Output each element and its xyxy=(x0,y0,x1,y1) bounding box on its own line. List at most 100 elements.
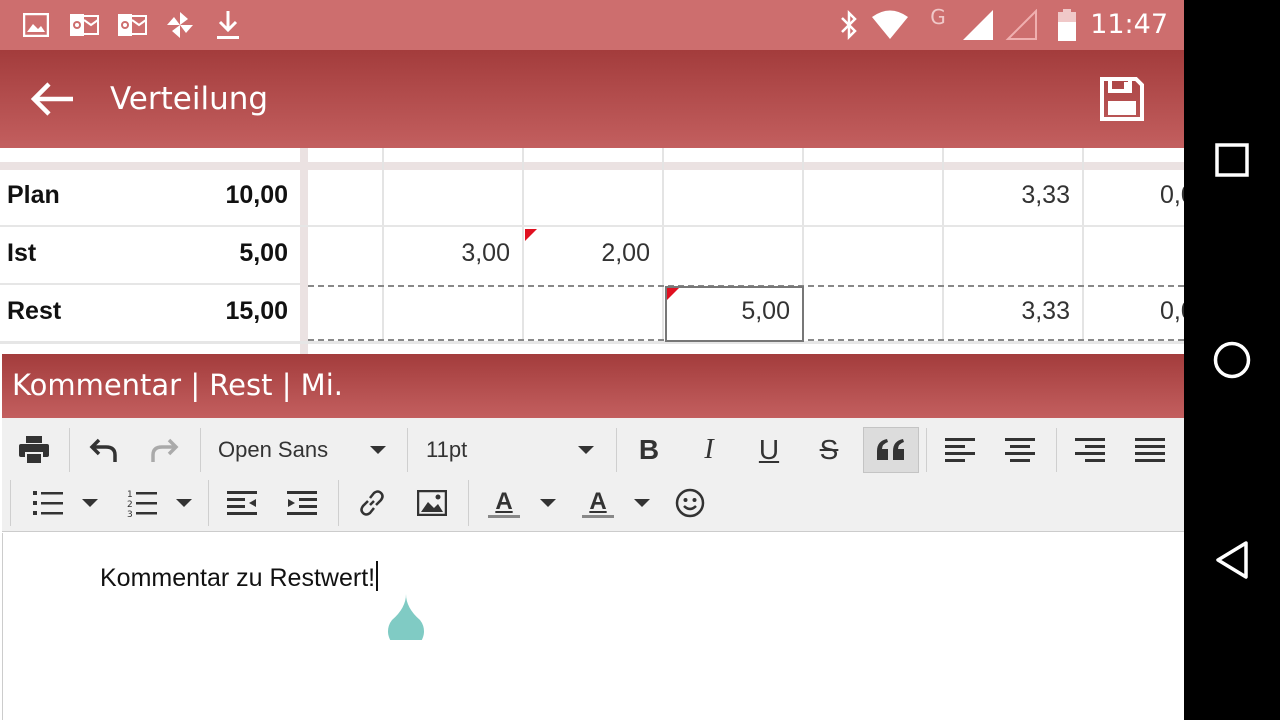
strikethrough-button[interactable]: S xyxy=(806,428,852,472)
undo-button[interactable] xyxy=(82,430,126,470)
save-button[interactable] xyxy=(1094,72,1150,126)
app-bar: Verteilung xyxy=(0,50,1184,148)
text-color-label: A xyxy=(495,487,513,515)
grid-hline xyxy=(0,341,1184,344)
grid-cell[interactable]: 0,0 xyxy=(1160,181,1184,210)
status-bar: G 11:47 xyxy=(0,0,1184,50)
font-size-select[interactable]: 11pt xyxy=(416,430,602,470)
grid-cell[interactable]: 3,33 xyxy=(1021,297,1070,326)
status-time: 11:47 xyxy=(1090,9,1168,40)
italic-button[interactable]: I xyxy=(686,428,732,472)
frozen-column-divider xyxy=(300,148,308,354)
chevron-down-icon xyxy=(578,446,594,454)
cell-signal-empty-icon xyxy=(1004,8,1040,42)
bullet-list-button[interactable] xyxy=(26,482,70,524)
back-nav-button[interactable] xyxy=(1208,536,1256,584)
back-button[interactable] xyxy=(22,72,82,126)
svg-text:2: 2 xyxy=(127,500,133,510)
undo-icon xyxy=(89,438,117,462)
grid-vline xyxy=(1082,148,1084,344)
grid-cell[interactable]: 3,33 xyxy=(1021,181,1070,210)
outlook-notification-icon xyxy=(68,8,100,42)
align-right-icon xyxy=(1075,438,1105,462)
outdent-button[interactable] xyxy=(220,482,264,524)
align-left-button[interactable] xyxy=(938,430,982,470)
toolbar-separator xyxy=(338,480,339,526)
outlook-notification-icon-2 xyxy=(116,8,148,42)
grid-hline xyxy=(0,225,1184,227)
bluetooth-icon xyxy=(836,8,862,42)
row-label-plan: Plan xyxy=(7,181,60,209)
redo-button[interactable] xyxy=(142,430,186,470)
battery-icon xyxy=(1054,8,1080,42)
grid-vline xyxy=(662,148,664,344)
insert-link-button[interactable] xyxy=(350,482,394,524)
blockquote-button[interactable] xyxy=(863,427,919,473)
toolbar-separator xyxy=(208,480,209,526)
editor-toolbar: Open Sans 11pt B I U S 1 2 3 A A xyxy=(2,418,1184,532)
underline-button[interactable]: U xyxy=(746,428,792,472)
numbered-list-button[interactable]: 123 xyxy=(120,482,164,524)
grid-cell[interactable]: 0,0 xyxy=(1160,297,1184,326)
text-color-options-button[interactable] xyxy=(536,482,560,524)
toolbar-separator xyxy=(69,428,70,472)
row-label-rest: Rest xyxy=(7,297,62,325)
background-color-options-button[interactable] xyxy=(630,482,654,524)
toolbar-separator xyxy=(407,428,408,472)
square-icon xyxy=(1215,143,1249,177)
toolbar-separator xyxy=(926,428,927,472)
chevron-down-icon xyxy=(82,499,98,507)
grid-cell[interactable]: 5,00 xyxy=(741,297,790,326)
comment-editor[interactable]: Kommentar zu Restwert! xyxy=(2,533,1184,720)
chevron-down-icon xyxy=(540,499,556,507)
link-icon xyxy=(360,490,384,516)
grid-hline xyxy=(0,283,300,285)
screen: G 11:47 Verteilung Plan 10,00 3,33 0, Is… xyxy=(0,0,1184,720)
insert-image-button[interactable] xyxy=(410,482,454,524)
font-family-select[interactable]: Open Sans xyxy=(208,430,394,470)
smiley-icon xyxy=(675,488,705,518)
distribution-grid: Plan 10,00 3,33 0,0 Ist 5,00 3,00 2,00 R… xyxy=(0,148,1184,354)
emoji-button[interactable] xyxy=(668,482,712,524)
toolbar-separator xyxy=(616,428,617,472)
home-button[interactable] xyxy=(1208,336,1256,384)
indent-button[interactable] xyxy=(280,482,324,524)
numbered-list-options-button[interactable] xyxy=(172,482,196,524)
grid-vline xyxy=(942,148,944,344)
quote-icon xyxy=(877,439,904,460)
recent-apps-button[interactable] xyxy=(1208,136,1256,184)
comment-text: Kommentar zu Restwert! xyxy=(100,564,376,592)
font-size-value: 11pt xyxy=(426,437,468,462)
comment-flag-icon xyxy=(667,288,679,300)
triangle-back-icon xyxy=(1216,541,1248,579)
system-nav-bar xyxy=(1184,0,1280,720)
cell-signal-icon xyxy=(960,8,996,42)
svg-text:3: 3 xyxy=(127,510,133,517)
bullet-list-icon xyxy=(33,491,63,515)
comment-header: Kommentar | Rest | Mi. xyxy=(2,354,1184,418)
row-label-ist: Ist xyxy=(7,239,37,267)
bold-button[interactable]: B xyxy=(626,428,672,472)
align-justify-icon xyxy=(1135,438,1165,462)
bullet-list-options-button[interactable] xyxy=(78,482,102,524)
row-total-rest: 15,00 xyxy=(225,297,288,325)
row-total-plan: 10,00 xyxy=(225,181,288,209)
numbered-list-icon: 123 xyxy=(127,490,157,517)
toolbar-separator xyxy=(1056,428,1057,472)
align-justify-button[interactable] xyxy=(1128,430,1172,470)
comment-flag-icon xyxy=(525,229,537,241)
align-left-icon xyxy=(945,438,975,462)
network-type-label: G xyxy=(930,5,946,29)
align-center-button[interactable] xyxy=(998,430,1042,470)
page-title: Verteilung xyxy=(110,81,269,117)
text-selection-handle-icon[interactable] xyxy=(386,594,426,640)
grid-cell[interactable]: 3,00 xyxy=(461,239,510,268)
text-color-button[interactable]: A xyxy=(482,482,526,524)
grid-cell[interactable]: 2,00 xyxy=(601,239,650,268)
gallery-notification-icon xyxy=(22,8,50,42)
background-color-button[interactable]: A xyxy=(576,482,620,524)
comment-text-line[interactable]: Kommentar zu Restwert! xyxy=(100,561,379,593)
print-button[interactable] xyxy=(12,430,56,470)
align-right-button[interactable] xyxy=(1068,430,1112,470)
wifi-icon xyxy=(870,8,910,42)
